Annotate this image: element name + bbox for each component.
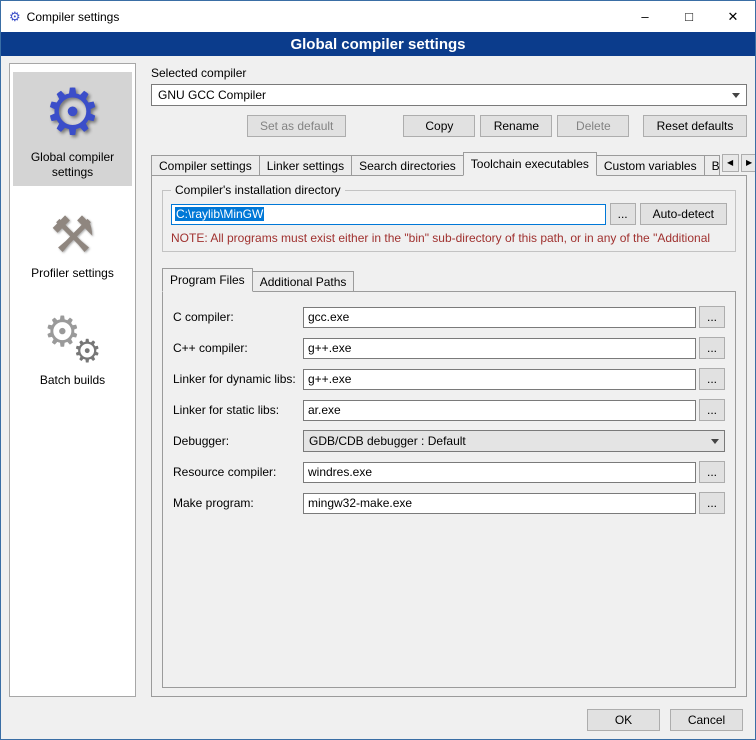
tab-scroll-left-button[interactable]: ◀ [722,154,739,172]
resource-compiler-input[interactable]: windres.exe [303,462,696,483]
browse-button[interactable]: ... [699,399,725,421]
dialog-body: ⚙ Global compiler settings ⚒ Profiler se… [1,56,755,701]
browse-directory-button[interactable]: ... [610,203,636,225]
field-label: Make program: [173,496,303,510]
field-label: Resource compiler: [173,465,303,479]
field-row-linker-dynamic: Linker for dynamic libs: g++.exe ... [173,368,725,390]
dialog-footer: OK Cancel [1,701,755,739]
installation-note: NOTE: All programs must exist either in … [171,231,727,245]
browse-button[interactable]: ... [699,461,725,483]
c-compiler-value: gcc.exe [308,310,349,324]
gears-icon: ⚙ ⚙ [42,311,104,367]
tab-linker-settings[interactable]: Linker settings [259,155,352,176]
tab-toolchain-executables[interactable]: Toolchain executables [463,152,597,176]
cancel-button[interactable]: Cancel [670,709,743,731]
maximize-button[interactable]: □ [667,1,711,32]
linker-dynamic-value: g++.exe [308,372,351,386]
settings-tabstrip: Compiler settings Linker settings Search… [151,152,747,175]
tab-program-files[interactable]: Program Files [162,268,253,292]
sidebar-item-label: Global compiler settings [15,150,130,180]
installation-directory-value: C:\raylib\MinGW [175,207,264,221]
page-title: Global compiler settings [1,32,755,56]
ok-button[interactable]: OK [587,709,660,731]
app-icon: ⚙ [9,10,21,23]
selected-compiler-dropdown[interactable]: GNU GCC Compiler [151,84,747,106]
minimize-icon: – [641,9,648,24]
make-program-input[interactable]: mingw32-make.exe [303,493,696,514]
sidebar-item-label: Batch builds [40,373,105,388]
browse-button[interactable]: ... [699,306,725,328]
debugger-dropdown[interactable]: GDB/CDB debugger : Default [303,430,725,452]
close-button[interactable]: ✕ [711,1,755,32]
installation-directory-row: C:\raylib\MinGW ... Auto-detect [171,203,727,225]
browse-button[interactable]: ... [699,368,725,390]
close-icon: ✕ [728,9,739,25]
right-arrow-icon: ▶ [746,158,752,167]
linker-static-value: ar.exe [308,403,341,417]
set-as-default-button[interactable]: Set as default [247,115,346,137]
compiler-settings-window: ⚙ Compiler settings – □ ✕ Global compile… [0,0,756,740]
cpp-compiler-input[interactable]: g++.exe [303,338,696,359]
gear-icon: ⚙ [73,335,102,367]
field-row-make-program: Make program: mingw32-make.exe ... [173,492,725,514]
make-program-value: mingw32-make.exe [308,496,412,510]
resource-compiler-value: windres.exe [308,465,372,479]
tab-build-options[interactable]: Buil [704,155,720,176]
minimize-button[interactable]: – [623,1,667,32]
gear-icon: ⚙ [44,80,101,144]
maximize-icon: □ [685,9,693,24]
tab-custom-variables[interactable]: Custom variables [596,155,705,176]
program-tabstrip: Program Files Additional Paths [162,268,736,291]
tab-additional-paths[interactable]: Additional Paths [252,271,355,292]
chevron-down-icon [711,439,719,448]
c-compiler-input[interactable]: gcc.exe [303,307,696,328]
main-panel: Selected compiler GNU GCC Compiler Set a… [151,63,747,697]
sidebar-item-profiler-settings[interactable]: ⚒ Profiler settings [13,202,132,287]
toolchain-executables-page: Compiler's installation directory C:\ray… [151,175,747,697]
field-row-resource-compiler: Resource compiler: windres.exe ... [173,461,725,483]
program-files-panel: C compiler: gcc.exe ... C++ compiler: g+… [162,291,736,688]
sidebar-item-label: Profiler settings [31,266,114,281]
titlebar: ⚙ Compiler settings – □ ✕ [1,1,755,32]
settings-category-list: ⚙ Global compiler settings ⚒ Profiler se… [9,63,136,697]
tab-search-directories[interactable]: Search directories [351,155,464,176]
selected-compiler-label: Selected compiler [151,66,747,80]
field-label: Linker for dynamic libs: [173,372,303,386]
installation-directory-input[interactable]: C:\raylib\MinGW [171,204,606,225]
copy-button[interactable]: Copy [403,115,475,137]
left-arrow-icon: ◀ [727,158,733,167]
delete-button[interactable]: Delete [557,115,629,137]
tab-scroll-controls: ◀ ▶ [720,154,756,172]
tab-scroll-right-button[interactable]: ▶ [741,154,756,172]
rename-button[interactable]: Rename [480,115,552,137]
field-row-linker-static: Linker for static libs: ar.exe ... [173,399,725,421]
compiler-actions: Set as default Copy Rename Delete Reset … [151,115,747,137]
profiler-tool-icon: ⚒ [50,210,95,260]
reset-defaults-button[interactable]: Reset defaults [643,115,747,137]
sidebar-item-batch-builds[interactable]: ⚙ ⚙ Batch builds [13,303,132,394]
linker-dynamic-input[interactable]: g++.exe [303,369,696,390]
selected-compiler-value: GNU GCC Compiler [158,88,266,102]
field-row-cpp-compiler: C++ compiler: g++.exe ... [173,337,725,359]
window-title: Compiler settings [27,10,120,24]
sidebar-item-global-compiler-settings[interactable]: ⚙ Global compiler settings [13,72,132,186]
linker-static-input[interactable]: ar.exe [303,400,696,421]
field-label: C compiler: [173,310,303,324]
browse-button[interactable]: ... [699,337,725,359]
chevron-down-icon [732,93,740,102]
field-label: C++ compiler: [173,341,303,355]
field-row-debugger: Debugger: GDB/CDB debugger : Default [173,430,725,452]
cpp-compiler-value: g++.exe [308,341,351,355]
debugger-value: GDB/CDB debugger : Default [309,434,466,448]
window-controls: – □ ✕ [623,1,755,32]
auto-detect-button[interactable]: Auto-detect [640,203,727,225]
field-row-c-compiler: C compiler: gcc.exe ... [173,306,725,328]
browse-button[interactable]: ... [699,492,725,514]
installation-directory-label: Compiler's installation directory [171,183,345,197]
installation-directory-group: Compiler's installation directory C:\ray… [162,190,736,252]
field-label: Linker for static libs: [173,403,303,417]
tab-compiler-settings[interactable]: Compiler settings [151,155,260,176]
field-label: Debugger: [173,434,303,448]
